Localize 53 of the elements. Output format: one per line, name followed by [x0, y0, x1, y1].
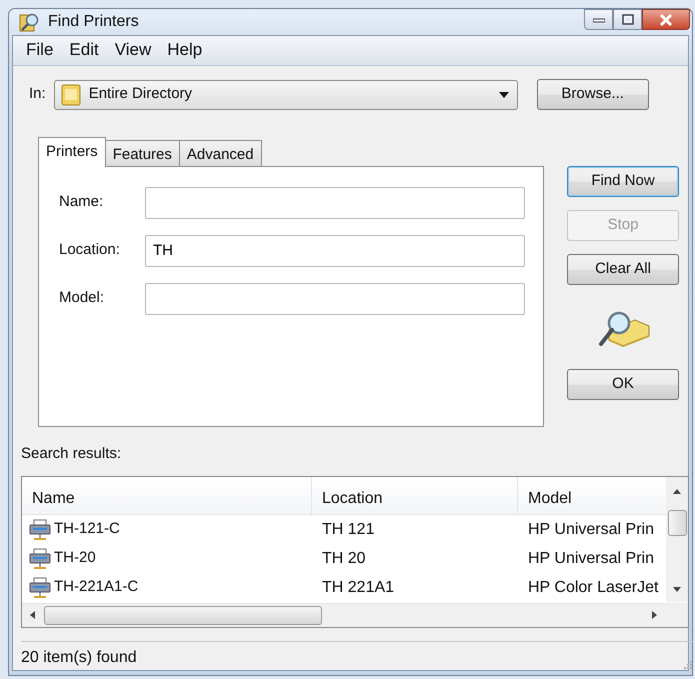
directory-icon: [60, 84, 81, 106]
close-button[interactable]: [642, 9, 690, 30]
table-cell-text: TH 121: [321, 520, 376, 540]
browse-button[interactable]: Browse...: [536, 79, 649, 110]
printer-icon: [29, 576, 51, 598]
menu-item[interactable]: Help: [160, 37, 210, 63]
field-label: Location:: [59, 240, 121, 260]
input-field[interactable]: [145, 186, 525, 218]
table-cell-text: TH-20: [54, 548, 96, 568]
ok-button[interactable]: OK: [567, 368, 679, 400]
scope-label: In:: [29, 84, 46, 104]
scroll-left-icon[interactable]: [30, 611, 35, 619]
horizontal-scrollbar[interactable]: [22, 603, 688, 627]
menu-item[interactable]: View: [108, 37, 158, 63]
tab[interactable]: Features: [104, 140, 180, 166]
scroll-right-icon[interactable]: [652, 611, 657, 619]
close-icon: [659, 14, 673, 26]
field-label: Name:: [59, 192, 104, 212]
input-field[interactable]: TH: [145, 234, 525, 266]
maximize-icon: [622, 14, 634, 25]
printer-icon: [29, 518, 51, 540]
action-button[interactable]: Find Now: [567, 166, 679, 196]
resize-grip-icon: [683, 660, 693, 670]
printer-icon: [29, 548, 51, 570]
table-cell-text: TH 20: [321, 548, 367, 568]
action-button[interactable]: Clear All: [567, 254, 679, 284]
scroll-down-icon[interactable]: [673, 587, 681, 592]
table-cell-text: TH-121-C: [54, 519, 120, 540]
tab[interactable]: Printers: [38, 136, 106, 166]
minimize-icon: [592, 16, 604, 22]
status-text: 20 item(s) found: [21, 648, 137, 668]
scope-dropdown[interactable]: Entire Directory: [54, 80, 518, 110]
scroll-thumb[interactable]: [668, 510, 687, 536]
scroll-thumb[interactable]: [44, 606, 322, 625]
maximize-button[interactable]: [613, 9, 642, 30]
input-field[interactable]: [145, 282, 525, 314]
table-cell-text: HP Universal Prin: [527, 548, 655, 568]
tab[interactable]: Advanced: [178, 140, 262, 166]
minimize-button[interactable]: [584, 9, 613, 30]
window-title: Find Printers: [48, 12, 139, 32]
scroll-up-icon[interactable]: [673, 489, 681, 494]
vertical-scrollbar[interactable]: [666, 477, 688, 602]
table-cell-text: HP Universal Prin: [527, 520, 655, 540]
caret-icon: [498, 92, 509, 98]
menu-item[interactable]: Edit: [62, 37, 106, 63]
field-label: Model:: [59, 288, 106, 308]
table-cell-text: HP Color LaserJet: [527, 578, 660, 598]
table-cell-text: TH-221A1-C: [54, 577, 138, 598]
column-header[interactable]: Name: [22, 477, 312, 514]
column-header[interactable]: Location: [312, 477, 518, 514]
results-label: Search results:: [21, 444, 122, 464]
table-cell-text: TH 221A1: [321, 578, 396, 598]
menu-item[interactable]: File: [19, 37, 60, 63]
